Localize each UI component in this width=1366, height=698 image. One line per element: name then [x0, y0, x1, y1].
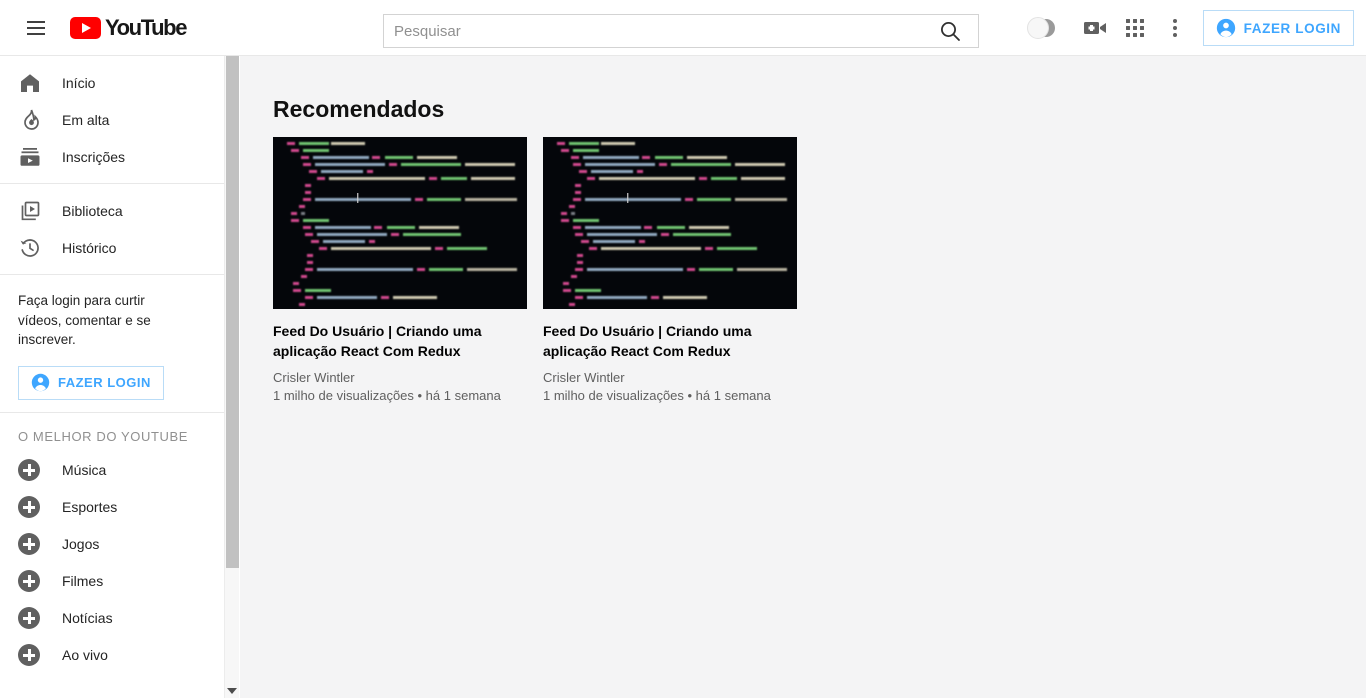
- sidebar-signin-label: FAZER LOGIN: [58, 375, 151, 391]
- home-icon: [18, 71, 46, 95]
- header-signin-label: FAZER LOGIN: [1243, 20, 1341, 36]
- hamburger-menu-icon[interactable]: [16, 8, 56, 48]
- sidebar-scrollbar-thumb[interactable]: [226, 56, 239, 568]
- theme-toggle-switch[interactable]: [1023, 12, 1067, 44]
- sidebar-item-filmes[interactable]: Filmes: [0, 563, 224, 600]
- sidebar-item-label: Filmes: [62, 573, 104, 590]
- video-title[interactable]: Feed Do Usuário | Criando uma aplicação …: [273, 321, 527, 362]
- sidebar-item-label: Biblioteca: [62, 202, 123, 219]
- sidebar-signin-button[interactable]: FAZER LOGIN: [18, 365, 164, 400]
- sidebar-item-inicio[interactable]: Início: [0, 64, 224, 101]
- sidebar-best-of-section: Música Esportes Jogos Filmes Notícias Ao…: [0, 452, 224, 682]
- sidebar-primary-section: Início Em alta Inscrições: [0, 56, 224, 183]
- video-thumbnail[interactable]: [273, 137, 527, 309]
- hamburger-bar: [27, 26, 45, 29]
- sidebar-item-jogos[interactable]: Jogos: [0, 526, 224, 563]
- sidebar-promo-text: Faça login para curtir vídeos, comentar …: [18, 293, 151, 348]
- apps-grid-icon: [1125, 19, 1144, 37]
- search-input[interactable]: [384, 15, 922, 47]
- sidebar-item-label: Ao vivo: [62, 647, 108, 664]
- sidebar: Início Em alta Inscrições Biblioteca His…: [0, 56, 224, 698]
- search-bar[interactable]: [383, 14, 979, 48]
- trending-flame-icon: [18, 108, 46, 132]
- code-editor-thumbnail-image: [543, 137, 797, 309]
- sidebar-item-musica[interactable]: Música: [0, 452, 224, 489]
- plus-circle-icon: [18, 570, 46, 593]
- plus-circle-icon: [18, 496, 46, 519]
- search-submit-button[interactable]: [922, 15, 978, 47]
- sidebar-item-label: Jogos: [62, 536, 100, 553]
- sidebar-item-label: Em alta: [62, 111, 110, 128]
- video-card[interactable]: Feed Do Usuário | Criando uma aplicação …: [273, 137, 527, 403]
- video-channel[interactable]: Crisler Wintler: [273, 370, 527, 385]
- more-options-button[interactable]: [1155, 8, 1195, 48]
- plus-circle-icon: [18, 644, 46, 667]
- top-header: YouTube Pesquisar FAZER LOGIN: [0, 0, 1366, 56]
- sidebar-signin-promo: Faça login para curtir vídeos, comentar …: [0, 275, 224, 412]
- page-title: Recomendados: [273, 96, 445, 122]
- sidebar-secondary-section: Biblioteca Histórico: [0, 184, 224, 274]
- header-signin-button[interactable]: FAZER LOGIN: [1202, 10, 1354, 46]
- sidebar-item-label: Esportes: [62, 499, 118, 516]
- plus-circle-icon: [18, 607, 46, 630]
- toggle-knob: [1026, 17, 1049, 39]
- account-circle-icon: [31, 373, 50, 392]
- create-video-button[interactable]: [1075, 8, 1115, 48]
- video-card[interactable]: Feed Do Usuário | Criando uma aplicação …: [543, 137, 797, 403]
- sidebar-item-label: Música: [62, 462, 107, 479]
- search-icon: [941, 22, 960, 41]
- sidebar-item-label: Inscrições: [62, 148, 126, 165]
- video-title[interactable]: Feed Do Usuário | Criando uma aplicação …: [543, 321, 797, 362]
- subscriptions-icon: [18, 145, 46, 169]
- scroll-down-arrow-icon[interactable]: [227, 688, 237, 694]
- video-meta: 1 milho de visualizações • há 1 semana: [273, 387, 501, 403]
- sidebar-item-historico[interactable]: Histórico: [0, 229, 224, 266]
- video-camera-plus-icon: [1083, 22, 1106, 34]
- sidebar-item-biblioteca[interactable]: Biblioteca: [0, 192, 224, 229]
- youtube-logo[interactable]: YouTube: [70, 8, 187, 48]
- hamburger-bar: [27, 20, 45, 23]
- plus-circle-icon: [18, 459, 46, 482]
- sidebar-item-label: Início: [62, 74, 96, 91]
- sidebar-item-ao-vivo[interactable]: Ao vivo: [0, 637, 224, 674]
- video-meta: 1 milho de visualizações • há 1 semana: [543, 387, 771, 403]
- recommended-video-grid: Feed Do Usuário | Criando uma aplicação …: [240, 137, 1366, 403]
- sidebar-scrollbar[interactable]: [224, 56, 239, 698]
- youtube-logo-text: YouTube: [105, 14, 187, 40]
- more-vertical-icon: [1172, 19, 1177, 37]
- video-channel[interactable]: Crisler Wintler: [543, 370, 797, 385]
- library-icon: [18, 199, 46, 223]
- sidebar-item-esportes[interactable]: Esportes: [0, 489, 224, 526]
- main-content: Recomendados Feed Do Usuário | Criando u…: [240, 56, 1366, 698]
- apps-grid-button[interactable]: [1115, 8, 1155, 48]
- video-thumbnail[interactable]: [543, 137, 797, 309]
- youtube-play-badge-icon: [70, 16, 101, 39]
- code-editor-thumbnail-image: [273, 137, 527, 309]
- sidebar-item-label: Histórico: [62, 239, 117, 256]
- account-circle-icon: [1216, 18, 1235, 38]
- plus-circle-icon: [18, 533, 46, 556]
- sidebar-item-inscricoes[interactable]: Inscrições: [0, 138, 224, 175]
- header-actions: FAZER LOGIN: [1023, 0, 1366, 56]
- history-clock-icon: [18, 236, 46, 260]
- hamburger-bar: [27, 32, 45, 35]
- sidebar-item-noticias[interactable]: Notícias: [0, 600, 224, 637]
- sidebar-best-of-heading: O MELHOR DO YOUTUBE: [18, 428, 189, 444]
- sidebar-item-label: Notícias: [62, 610, 113, 627]
- sidebar-item-em-alta[interactable]: Em alta: [0, 101, 224, 138]
